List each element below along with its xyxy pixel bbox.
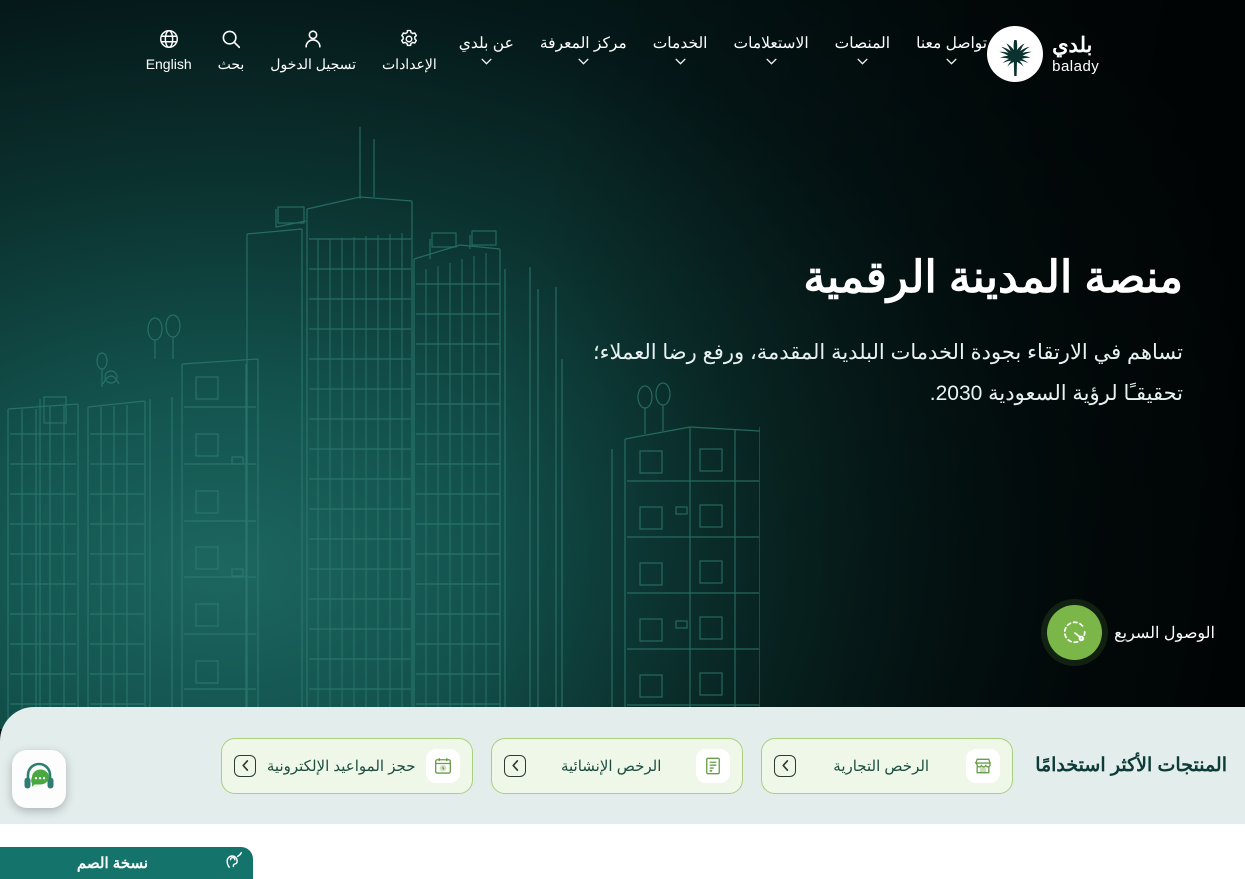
nav-item-about[interactable]: عن بلدي	[459, 34, 514, 65]
language-label: English	[145, 56, 192, 72]
nav-item-inquiries[interactable]: الاستعلامات	[734, 34, 809, 65]
search-icon	[222, 30, 241, 49]
main-navigation: تواصل معنا المنصات الاستعلامات الخدمات م…	[459, 14, 987, 65]
nav-label: عن بلدي	[458, 35, 514, 52]
most-used-products-strip: المنتجات الأكثر استخدامًا الرخص التجارية	[0, 707, 1245, 824]
page-root: بلدي balady تواصل معنا المنصات الاستعلام…	[0, 0, 1245, 879]
chevron-down-icon	[857, 58, 868, 65]
settings-label: الإعدادات	[382, 56, 437, 72]
city-skyline-illustration	[0, 109, 760, 729]
login-button[interactable]: تسجيل الدخول	[270, 28, 356, 73]
nav-item-platforms[interactable]: المنصات	[835, 34, 890, 65]
site-header: بلدي balady تواصل معنا المنصات الاستعلام…	[0, 0, 1245, 92]
product-card-appointment-booking[interactable]: حجز المواعيد الإلكترونية	[221, 737, 474, 794]
palm-tree-emblem-icon	[987, 26, 1044, 82]
deaf-version-tab[interactable]: نسخة الصم	[0, 847, 253, 879]
header-tools: الإعدادات تسجيل الدخول بحث English	[146, 14, 437, 73]
headset-chat-icon	[19, 757, 59, 802]
product-card-construction-licenses[interactable]: الرخص الإنشائية	[491, 737, 744, 794]
products-section-title: المنتجات الأكثر استخدامًا	[1035, 755, 1227, 776]
product-card-commercial-licenses[interactable]: الرخص التجارية	[761, 737, 1014, 794]
document-license-icon	[696, 748, 731, 783]
nav-label: تواصل معنا	[916, 35, 988, 52]
product-label: الرخص الإنشائية	[560, 757, 662, 775]
page-title: منصة المدينة الرقمية	[803, 253, 1183, 302]
globe-icon	[159, 30, 178, 48]
gear-icon	[401, 29, 418, 47]
nav-label: المنصات	[834, 35, 891, 52]
chevron-left-icon	[774, 754, 797, 777]
user-icon	[305, 30, 321, 48]
chevron-down-icon	[946, 58, 957, 65]
chevron-down-icon	[766, 58, 777, 65]
chevron-left-icon	[234, 754, 257, 777]
sign-language-icon	[223, 851, 243, 876]
support-chat-button[interactable]	[12, 750, 66, 808]
chevron-down-icon	[578, 58, 589, 65]
logo-text: بلدي balady	[1052, 35, 1099, 74]
deaf-version-label: نسخة الصم	[76, 855, 149, 872]
quick-access-button[interactable]: الوصول السريع	[1047, 605, 1215, 660]
logo-arabic: بلدي	[1052, 33, 1093, 57]
calendar-booking-icon	[426, 748, 461, 783]
language-switch-button[interactable]: English	[146, 28, 192, 72]
hero-subtitle: تساهم في الارتقاء بجودة الخدمات البلدية …	[592, 341, 1183, 405]
settings-button[interactable]: الإعدادات	[382, 28, 437, 73]
search-label: بحث	[217, 56, 245, 72]
chevron-left-icon	[504, 754, 527, 777]
nav-item-services[interactable]: الخدمات	[653, 34, 708, 65]
speedometer-icon	[1047, 605, 1103, 660]
quick-access-label: الوصول السريع	[1114, 624, 1215, 642]
storefront-icon	[966, 748, 1001, 783]
chevron-down-icon	[675, 58, 686, 65]
product-label: حجز المواعيد الإلكترونية	[266, 757, 416, 775]
login-label: تسجيل الدخول	[270, 56, 356, 72]
nav-label: الاستعلامات	[733, 35, 809, 52]
nav-item-contact[interactable]: تواصل معنا	[916, 34, 987, 65]
nav-label: الخدمات	[652, 35, 708, 52]
search-button[interactable]: بحث	[217, 28, 245, 73]
site-logo[interactable]: بلدي balady	[987, 14, 1099, 82]
hero-text-block: منصة المدينة الرقمية تساهم في الارتقاء ب…	[543, 250, 1183, 415]
product-label: الرخص التجارية	[833, 757, 930, 775]
chevron-down-icon	[481, 58, 492, 65]
nav-label: مركز المعرفة	[539, 35, 627, 52]
logo-english: balady	[1052, 57, 1100, 75]
nav-item-knowledge-center[interactable]: مركز المعرفة	[540, 34, 627, 65]
